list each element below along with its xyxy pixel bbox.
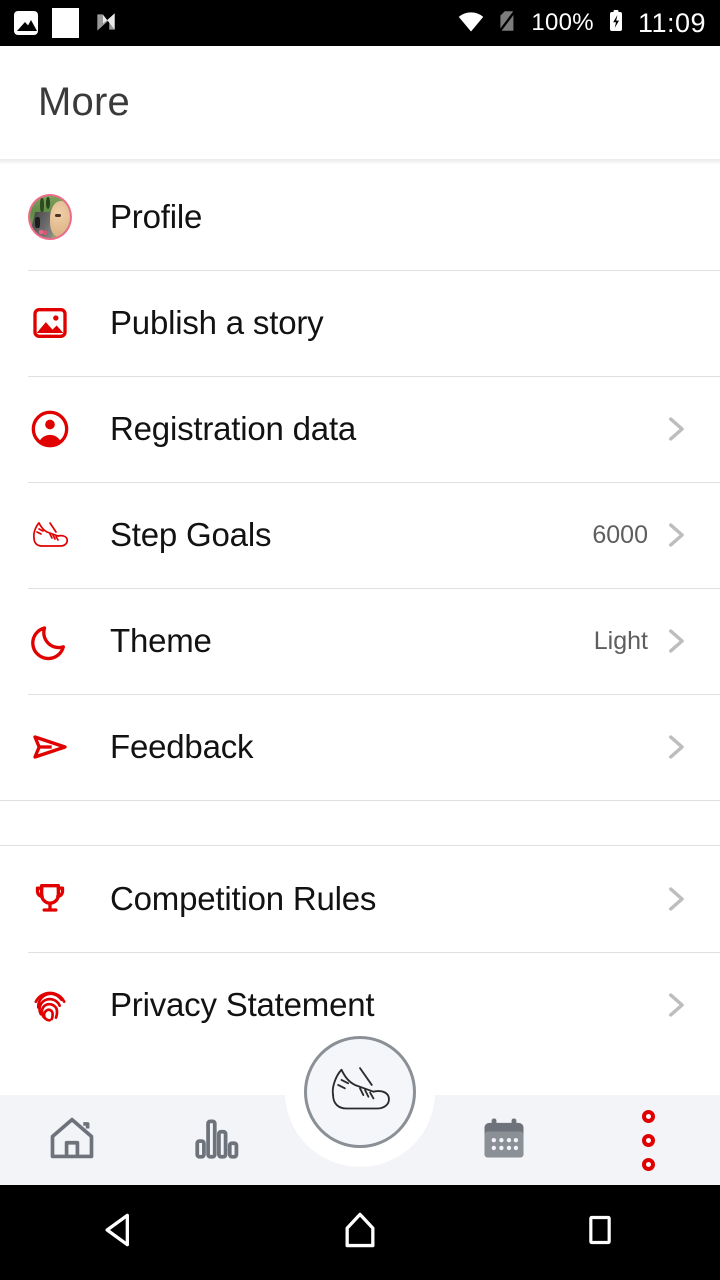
android-back-button[interactable] xyxy=(50,1185,190,1280)
send-icon xyxy=(28,725,72,769)
back-icon xyxy=(98,1208,142,1257)
android-navigation-bar xyxy=(0,1185,720,1280)
list-item-registration-data[interactable]: Registration data xyxy=(0,376,720,482)
list-item-label: Privacy Statement xyxy=(110,986,375,1023)
bottom-nav-item-home[interactable] xyxy=(0,1095,144,1185)
calendar-icon xyxy=(478,1112,530,1169)
list-item-theme[interactable]: Theme Light xyxy=(0,588,720,694)
app-bar: More xyxy=(0,46,720,159)
status-bar-right-icons: 100% 11:09 xyxy=(457,7,706,40)
chevron-right-icon xyxy=(658,518,692,552)
chevron-right-icon xyxy=(658,882,692,916)
battery-percent-label: 100% xyxy=(531,9,594,36)
running-shoe-icon xyxy=(323,1061,397,1124)
home-icon xyxy=(46,1112,98,1169)
bar-chart-icon xyxy=(191,1113,241,1168)
recents-icon xyxy=(580,1210,620,1255)
android-home-button[interactable] xyxy=(290,1185,430,1280)
image-icon xyxy=(28,301,72,345)
running-shoe-icon xyxy=(28,513,72,557)
photo-icon xyxy=(14,11,38,35)
list-item-value: 6000 xyxy=(592,520,648,549)
list-item-label: Feedback xyxy=(110,728,254,765)
list-item-profile[interactable]: Profile xyxy=(0,164,720,270)
moon-icon xyxy=(28,619,72,663)
blank-notification-icon xyxy=(52,8,79,38)
status-bar: 100% 11:09 xyxy=(0,0,720,46)
android-recents-button[interactable] xyxy=(530,1185,670,1280)
list-item-label: Competition Rules xyxy=(110,880,377,917)
settings-list-group-1: Profile Publish a story Registration dat… xyxy=(0,164,720,800)
list-item-publish-a-story[interactable]: Publish a story xyxy=(0,270,720,376)
bottom-nav-item-statistics[interactable] xyxy=(144,1095,288,1185)
list-item-label: Registration data xyxy=(110,410,357,447)
bottom-nav-item-activity[interactable] xyxy=(304,1036,416,1148)
list-item-step-goals[interactable]: Step Goals 6000 xyxy=(0,482,720,588)
more-dots-icon xyxy=(641,1109,655,1171)
list-item-label: Profile xyxy=(110,198,203,235)
chevron-right-icon xyxy=(658,412,692,446)
list-item-value: Light xyxy=(593,626,648,655)
battery-charging-icon xyxy=(604,8,628,39)
page-title: More xyxy=(38,80,130,124)
wifi-icon xyxy=(457,7,485,40)
account-circle-icon xyxy=(28,407,72,451)
list-item-label: Step Goals xyxy=(110,516,272,553)
bottom-nav-item-calendar[interactable] xyxy=(432,1095,576,1185)
phone-screen: 100% 11:09 More Profile Publish a story … xyxy=(0,0,720,1280)
n-app-icon xyxy=(93,9,119,37)
list-item-label: Publish a story xyxy=(110,304,324,341)
chevron-right-icon xyxy=(658,624,692,658)
chevron-right-icon xyxy=(658,730,692,764)
status-bar-left-icons xyxy=(14,8,119,38)
list-item-label: Theme xyxy=(110,622,212,659)
activity-fab-wrapper xyxy=(285,1017,435,1167)
status-bar-clock: 11:09 xyxy=(637,7,706,38)
no-sim-icon xyxy=(495,8,521,39)
fingerprint-icon xyxy=(28,983,72,1027)
list-item-competition-rules[interactable]: Competition Rules xyxy=(0,846,720,952)
list-group-separator xyxy=(0,800,720,846)
home-icon xyxy=(338,1208,382,1257)
trophy-icon xyxy=(28,877,72,921)
list-item-feedback[interactable]: Feedback xyxy=(0,694,720,800)
bottom-nav-item-more[interactable] xyxy=(576,1095,720,1185)
chevron-right-icon xyxy=(658,988,692,1022)
avatar xyxy=(28,194,72,240)
